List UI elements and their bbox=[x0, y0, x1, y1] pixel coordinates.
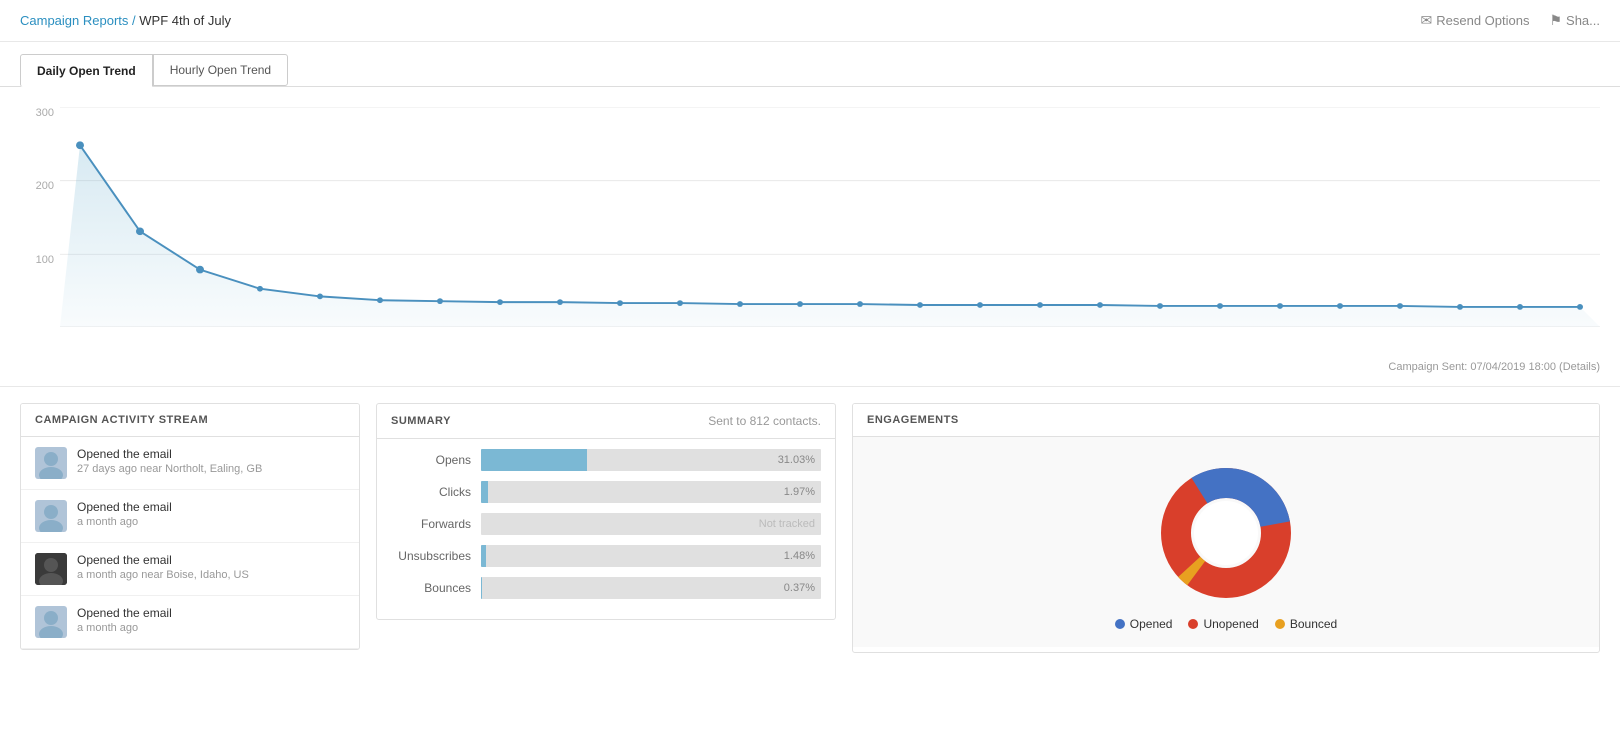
activity-time: a month ago near Boise, Idaho, US bbox=[77, 569, 249, 581]
bar-value-clicks: 1.97% bbox=[784, 486, 815, 498]
chart-wrapper: 300 200 100 bbox=[20, 97, 1600, 357]
summary-row-unsubscribes: Unsubscribes 1.48% bbox=[391, 545, 821, 567]
bar-bounces: 0.37% bbox=[481, 577, 821, 599]
engagements-panel: ENGAGEMENTS Opened bbox=[852, 403, 1600, 653]
avatar bbox=[35, 500, 67, 532]
bar-forwards: Not tracked bbox=[481, 513, 821, 535]
summary-panel: SUMMARY Sent to 812 contacts. Opens 31.0… bbox=[376, 403, 836, 620]
bar-value-unsubscribes: 1.48% bbox=[784, 550, 815, 562]
activity-time: a month ago bbox=[77, 622, 172, 634]
bar-opens: 31.03% bbox=[481, 449, 821, 471]
summary-header: SUMMARY Sent to 812 contacts. bbox=[377, 404, 835, 439]
activity-list[interactable]: Opened the email 27 days ago near Northo… bbox=[21, 437, 359, 649]
avatar bbox=[35, 553, 67, 585]
chart-svg bbox=[60, 107, 1600, 327]
tab-daily-open-trend[interactable]: Daily Open Trend bbox=[20, 54, 153, 87]
bar-fill-opens bbox=[481, 449, 587, 471]
tabs-row: Daily Open Trend Hourly Open Trend bbox=[0, 42, 1620, 87]
summary-row-forwards: Forwards Not tracked bbox=[391, 513, 821, 535]
y-label-200: 200 bbox=[36, 180, 54, 192]
share-icon: ⚑ bbox=[1549, 12, 1562, 29]
summary-label-clicks: Clicks bbox=[391, 485, 481, 499]
donut-legend: Opened Unopened Bounced bbox=[1115, 617, 1337, 631]
bar-clicks: 1.97% bbox=[481, 481, 821, 503]
donut-chart bbox=[1156, 463, 1296, 603]
bar-value-opens: 31.03% bbox=[778, 454, 815, 466]
activity-action: Opened the email bbox=[77, 606, 172, 620]
summary-label-bounces: Bounces bbox=[391, 581, 481, 595]
unopened-dot bbox=[1188, 619, 1198, 629]
resend-options-button[interactable]: ✉ Resend Options bbox=[1421, 12, 1530, 29]
avatar bbox=[35, 447, 67, 479]
legend-bounced-label: Bounced bbox=[1290, 617, 1337, 631]
bar-value-forwards: Not tracked bbox=[759, 518, 815, 530]
bar-fill-clicks bbox=[481, 481, 488, 503]
bar-unsubscribes: 1.48% bbox=[481, 545, 821, 567]
activity-time: a month ago bbox=[77, 516, 172, 528]
legend-opened-label: Opened bbox=[1130, 617, 1173, 631]
engagements-title: ENGAGEMENTS bbox=[853, 404, 1599, 437]
bar-fill-bounces bbox=[481, 577, 482, 599]
summary-label-forwards: Forwards bbox=[391, 517, 481, 531]
chart-section: 300 200 100 bbox=[0, 87, 1620, 387]
mail-icon: ✉ bbox=[1421, 12, 1433, 29]
bounced-dot bbox=[1275, 619, 1285, 629]
activity-action: Opened the email bbox=[77, 447, 262, 461]
summary-row-bounces: Bounces 0.37% bbox=[391, 577, 821, 599]
header-actions: ✉ Resend Options ⚑ Sha... bbox=[1421, 12, 1601, 29]
y-label-300: 300 bbox=[36, 107, 54, 119]
summary-rows: Opens 31.03% Clicks 1.97% Forwards bbox=[377, 439, 835, 619]
tab-hourly-open-trend[interactable]: Hourly Open Trend bbox=[153, 54, 288, 86]
y-axis-labels: 300 200 100 bbox=[20, 107, 60, 327]
summary-row-opens: Opens 31.03% bbox=[391, 449, 821, 471]
bar-value-bounces: 0.37% bbox=[784, 582, 815, 594]
chart-sent-info: Campaign Sent: 07/04/2019 18:00 (Details… bbox=[20, 357, 1600, 379]
legend-bounced: Bounced bbox=[1275, 617, 1337, 631]
legend-unopened: Unopened bbox=[1188, 617, 1258, 631]
summary-title: SUMMARY bbox=[391, 415, 451, 427]
page-title: WPF 4th of July bbox=[139, 13, 231, 28]
header: Campaign Reports / WPF 4th of July ✉ Res… bbox=[0, 0, 1620, 42]
list-item: Opened the email 27 days ago near Northo… bbox=[21, 437, 359, 490]
legend-unopened-label: Unopened bbox=[1203, 617, 1258, 631]
activity-panel: CAMPAIGN ACTIVITY STREAM Opened the emai… bbox=[20, 403, 360, 650]
opened-dot bbox=[1115, 619, 1125, 629]
list-item: Opened the email a month ago bbox=[21, 596, 359, 649]
summary-row-clicks: Clicks 1.97% bbox=[391, 481, 821, 503]
summary-contacts: Sent to 812 contacts. bbox=[708, 414, 821, 428]
bottom-panels: CAMPAIGN ACTIVITY STREAM Opened the emai… bbox=[0, 387, 1620, 669]
list-item: Opened the email a month ago near Boise,… bbox=[21, 543, 359, 596]
bar-fill-unsubscribes bbox=[481, 545, 486, 567]
activity-panel-title: CAMPAIGN ACTIVITY STREAM bbox=[21, 404, 359, 437]
list-item: Opened the email a month ago bbox=[21, 490, 359, 543]
breadcrumb-link[interactable]: Campaign Reports bbox=[20, 13, 128, 28]
legend-opened: Opened bbox=[1115, 617, 1173, 631]
y-label-100: 100 bbox=[36, 254, 54, 266]
activity-time: 27 days ago near Northolt, Ealing, GB bbox=[77, 463, 262, 475]
engagements-body: Opened Unopened Bounced bbox=[853, 437, 1599, 647]
activity-action: Opened the email bbox=[77, 553, 249, 567]
summary-label-unsubscribes: Unsubscribes bbox=[391, 549, 481, 563]
share-button[interactable]: ⚑ Sha... bbox=[1549, 12, 1600, 29]
avatar bbox=[35, 606, 67, 638]
activity-action: Opened the email bbox=[77, 500, 172, 514]
summary-label-opens: Opens bbox=[391, 453, 481, 467]
breadcrumb: Campaign Reports / WPF 4th of July bbox=[20, 13, 231, 28]
